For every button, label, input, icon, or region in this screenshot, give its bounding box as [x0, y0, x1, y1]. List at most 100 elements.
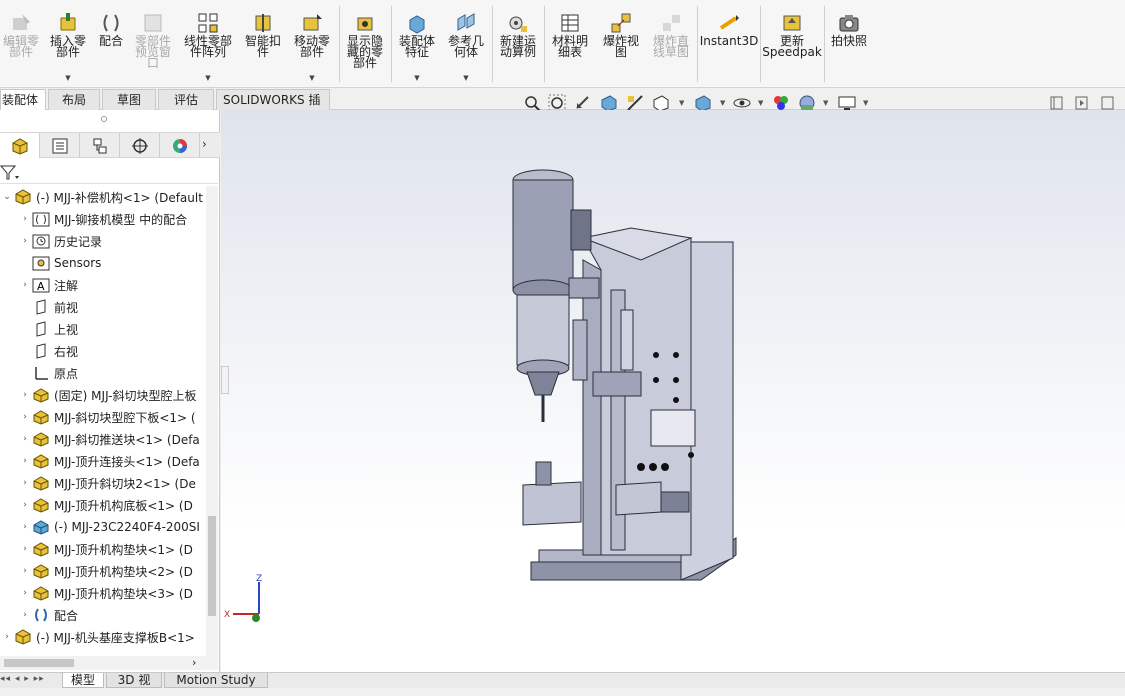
panel-splitter-handle[interactable]	[221, 366, 229, 394]
explode-line-sketch-button[interactable]: 爆炸直 线草图	[648, 8, 694, 86]
show-hidden-components-button[interactable]: 显示隐 藏的零 部件	[342, 8, 388, 86]
tree-item-component[interactable]: › MJJ-顶升机构垫块<3> (D	[18, 582, 193, 604]
tree-item-top-plane[interactable]: 上视	[18, 318, 78, 340]
tree-item-component[interactable]: › (固定) MJJ-斜切块型腔上板	[18, 384, 197, 406]
tab-solidworks-addins[interactable]: SOLIDWORKS 插件	[216, 89, 330, 127]
tree-item-component[interactable]: › MJJ-顶升机构底板<1> (D	[18, 494, 193, 516]
tree-item-front-plane[interactable]: 前视	[18, 296, 78, 318]
expand-icon[interactable]: ›	[18, 588, 32, 598]
take-snapshot-button[interactable]: 拍快照	[827, 8, 871, 86]
configuration-manager-tab[interactable]	[80, 133, 120, 158]
mate-button[interactable]: 配合	[94, 8, 128, 86]
tree-item-component[interactable]: › MJJ-顶升机构垫块<2> (D	[18, 560, 193, 582]
tree-item-component[interactable]: › MJJ-斜切推送块<1> (Defa	[18, 428, 200, 450]
tree-item-sensors[interactable]: Sensors	[18, 252, 101, 274]
scrollbar-thumb[interactable]	[4, 659, 74, 667]
tab-sketch[interactable]: 草图	[102, 89, 156, 110]
expand-icon[interactable]: ›	[18, 610, 32, 620]
expand-icon[interactable]: ›	[18, 390, 32, 400]
dimxpert-manager-tab[interactable]	[120, 133, 160, 158]
collapse-icon[interactable]: ⌄	[0, 192, 14, 202]
tree-sibling-assembly[interactable]: › (-) MJJ-机头基座支撑板B<1>	[0, 626, 195, 648]
smart-fasteners-button[interactable]: 智能扣 件	[241, 8, 285, 86]
tree-item-component[interactable]: › MJJ-顶升机构垫块<1> (D	[18, 538, 193, 560]
chevron-down-icon[interactable]: ▼	[309, 74, 314, 82]
plane-icon	[32, 321, 50, 337]
tree-item-label: 注解	[54, 278, 79, 293]
display-manager-icon	[172, 138, 187, 153]
chevron-down-icon[interactable]: ▼	[863, 99, 868, 107]
exploded-view-button[interactable]: 爆炸视 图	[598, 8, 644, 86]
tree-root-assembly[interactable]: ⌄ (-) MJJ-补偿机构<1> (Default	[0, 186, 203, 208]
chevron-down-icon[interactable]: ▼	[463, 74, 468, 82]
tree-item-component[interactable]: › (-) MJJ-23C2240F4-200SI	[18, 516, 200, 538]
panel-grip-icon[interactable]	[101, 116, 107, 122]
expand-icon[interactable]: ›	[18, 566, 32, 576]
component-preview-button[interactable]: 零部件 预览窗 口	[130, 8, 176, 86]
chevron-down-icon[interactable]: ▼	[720, 99, 725, 107]
expand-icon[interactable]: ›	[18, 456, 32, 466]
tab-3d-views[interactable]: 3D 视图	[106, 673, 162, 696]
tree-item-label: 前视	[54, 300, 79, 315]
graphics-area[interactable]: Z X	[221, 110, 1125, 672]
filter-icon[interactable]	[0, 164, 20, 182]
expand-icon[interactable]: ›	[18, 434, 32, 444]
chevron-down-icon[interactable]: ▼	[65, 74, 70, 82]
tree-item-right-plane[interactable]: 右视	[18, 340, 78, 362]
chevron-down-icon[interactable]: ▼	[758, 99, 763, 107]
tree-item-origin[interactable]: 原点	[18, 362, 78, 384]
expand-icon[interactable]: ›	[18, 478, 32, 488]
expand-icon[interactable]: ›	[0, 632, 14, 642]
tree-item-component[interactable]: › MJJ-斜切块型腔下板<1> (	[18, 406, 196, 428]
tab-evaluate[interactable]: 评估	[158, 89, 214, 110]
chevron-down-icon[interactable]: ▼	[205, 74, 210, 82]
expand-icon[interactable]: ›	[18, 500, 32, 510]
linear-component-pattern-button[interactable]: 线性零部 件阵列 ▼	[180, 8, 236, 86]
tab-scroll-arrows[interactable]: ◂◂ ◂ ▸ ▸▸	[0, 674, 60, 687]
bill-of-materials-button[interactable]: 材料明 细表	[547, 8, 593, 86]
chevron-right-icon[interactable]: ›	[192, 656, 196, 669]
edit-component-button[interactable]: 编辑零 部件	[0, 8, 42, 86]
expand-icon[interactable]: ›	[18, 280, 32, 290]
tab-model[interactable]: 模型	[62, 673, 104, 688]
expand-icon[interactable]: ›	[18, 522, 32, 532]
new-motion-study-button[interactable]: 新建运 动算例	[495, 8, 541, 86]
tree-item-annotations[interactable]: › A 注解	[18, 274, 78, 296]
assembly-model[interactable]	[221, 110, 1125, 672]
property-manager-tab[interactable]	[40, 133, 80, 158]
expand-icon[interactable]: ›	[18, 236, 32, 246]
update-speedpak-button[interactable]: 更新 Speedpak	[762, 8, 822, 86]
chevron-right-icon[interactable]: ›	[202, 137, 207, 151]
feature-manager-panel: › ⌄ (-) MJJ-补偿机构<1> (Default › MJJ-铆接机模型 …	[0, 110, 220, 672]
scrollbar-thumb[interactable]	[208, 516, 216, 616]
tab-motion-study[interactable]: Motion Study 1	[164, 673, 268, 696]
expand-icon[interactable]: ›	[18, 412, 32, 422]
tree-item-label: 历史记录	[54, 234, 103, 249]
tree-item-label: MJJ-顶升机构底板<1> (D	[54, 498, 193, 513]
expand-icon[interactable]: ›	[18, 214, 32, 224]
tree-vertical-scrollbar[interactable]	[206, 186, 218, 656]
chevron-down-icon[interactable]: ▼	[823, 99, 828, 107]
expand-icon[interactable]: ›	[18, 544, 32, 554]
tree-item-component[interactable]: › MJJ-顶升连接头<1> (Defa	[18, 450, 200, 472]
tree-item-component[interactable]: › 配合	[18, 604, 78, 626]
feature-manager-tab[interactable]	[0, 133, 40, 158]
insert-components-button[interactable]: 插入零 部件 ▼	[45, 8, 91, 86]
tree-horizontal-scrollbar[interactable]: ›	[0, 656, 218, 670]
chevron-down-icon[interactable]: ▼	[679, 99, 684, 107]
tab-assembly[interactable]: 装配体	[0, 89, 46, 110]
filter-bar[interactable]	[0, 160, 218, 184]
part-icon	[32, 497, 50, 513]
tree-item-component[interactable]: › MJJ-顶升斜切块2<1> (De	[18, 472, 196, 494]
reference-geometry-button[interactable]: 参考几 何体 ▼	[443, 8, 489, 86]
tree-item-mates-folder[interactable]: › MJJ-铆接机模型 中的配合	[18, 208, 187, 230]
tree-item-history[interactable]: › 历史记录	[18, 230, 102, 252]
instant3d-icon	[718, 12, 740, 34]
instant3d-button[interactable]: Instant3D	[700, 8, 758, 86]
display-manager-tab[interactable]	[160, 133, 200, 158]
chevron-down-icon[interactable]: ▼	[414, 74, 419, 82]
move-component-button[interactable]: 移动零 部件 ▼	[289, 8, 335, 86]
assembly-features-button[interactable]: 装配体 特征 ▼	[394, 8, 440, 86]
assembly-features-icon	[406, 12, 428, 34]
tab-layout[interactable]: 布局	[48, 89, 100, 110]
